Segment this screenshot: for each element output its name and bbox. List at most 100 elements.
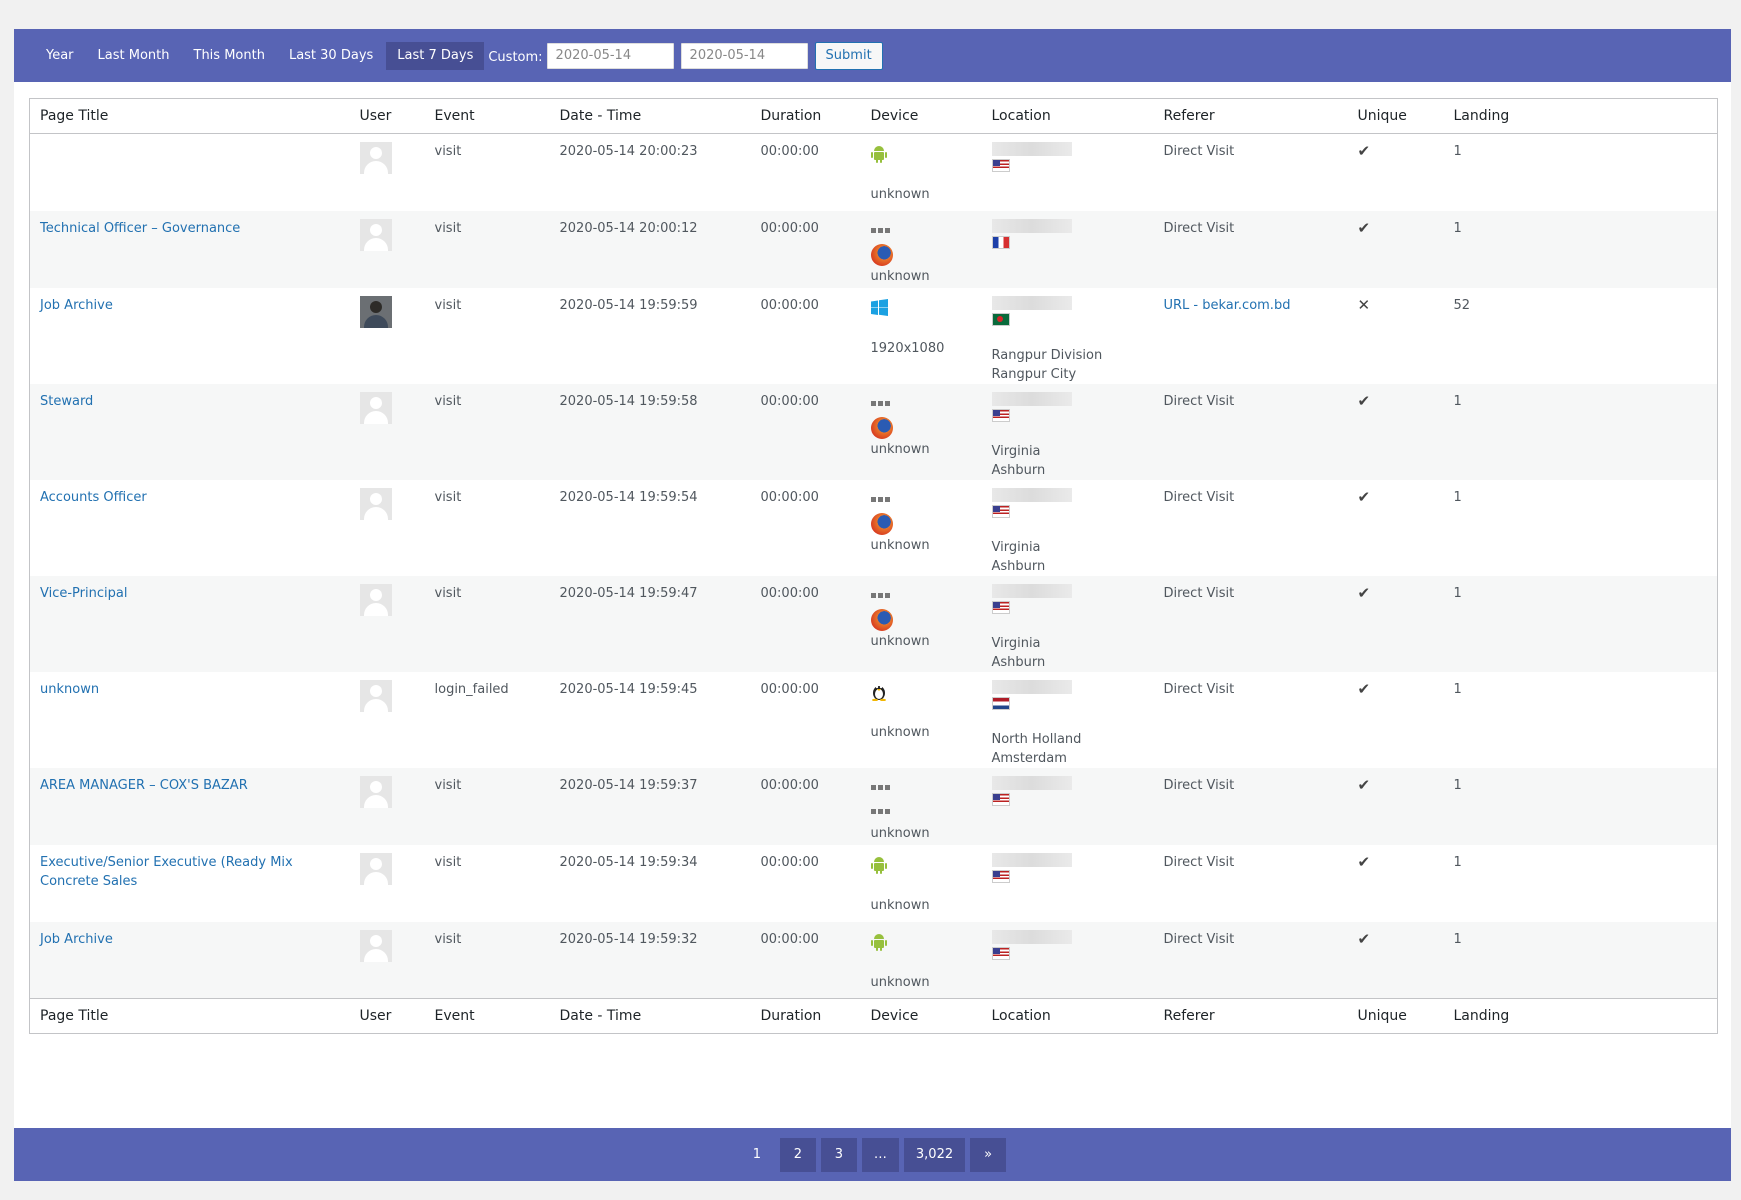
location-line: Ashburn — [991, 654, 1046, 670]
page-title-link[interactable]: Job Archive — [40, 298, 113, 313]
page-title-link[interactable]: Vice-Principal — [40, 586, 127, 601]
unique-cell: ✔ — [1348, 768, 1444, 845]
column-header[interactable]: Location — [981, 98, 1154, 134]
column-header[interactable]: Duration — [750, 98, 861, 134]
page-link[interactable]: … — [861, 1137, 899, 1172]
page-link[interactable]: 2 — [779, 1137, 816, 1172]
unique-cell: ✔ — [1348, 211, 1444, 288]
landing-cell: 1 — [1453, 393, 1462, 409]
column-header[interactable]: Unique — [1347, 98, 1444, 134]
column-header[interactable]: Page Title — [29, 998, 350, 1034]
referer-cell: Direct Visit — [1154, 922, 1348, 999]
page-title-cell: unknown — [30, 672, 350, 768]
datetime-cell: 2020-05-14 19:59:34 — [559, 854, 698, 870]
page-title-link[interactable]: Technical Officer – Governance — [40, 221, 240, 236]
column-header[interactable]: Referer — [1153, 98, 1348, 134]
start-date-input[interactable] — [546, 42, 674, 69]
event-cell: login_failed — [434, 681, 509, 697]
referer-cell: Direct Visit — [1154, 672, 1348, 768]
referer-link[interactable]: URL - bekar.com.bd — [1164, 298, 1291, 313]
unique-cell: ✔ — [1348, 384, 1444, 480]
datetime-cell: 2020-05-14 20:00:12 — [559, 220, 698, 236]
column-header[interactable]: Landing — [1443, 98, 1718, 134]
range-last-month[interactable]: Last Month — [87, 42, 181, 70]
datetime-cell: 2020-05-14 19:59:47 — [559, 585, 698, 601]
avatar[interactable] — [359, 679, 392, 712]
duration-cell: 00:00:00 — [760, 854, 819, 870]
page-title-link[interactable]: Job Archive — [40, 932, 113, 947]
duration-cell: 00:00:00 — [760, 777, 819, 793]
column-header[interactable]: Event — [424, 98, 550, 134]
device-cell: unknown — [861, 576, 982, 672]
unknown-ua-icon — [870, 392, 982, 416]
avatar[interactable] — [359, 218, 392, 251]
column-header[interactable]: User — [349, 998, 425, 1034]
referer-text: Direct Visit — [1163, 681, 1235, 697]
page-title-link[interactable]: Executive/Senior Executive (Ready Mix Co… — [40, 855, 293, 889]
avatar[interactable] — [359, 852, 392, 885]
user-cell — [350, 845, 425, 922]
range-year[interactable]: Year — [35, 42, 85, 70]
submit-button[interactable]: Submit — [814, 41, 883, 70]
column-header[interactable]: Device — [860, 98, 982, 134]
flag-us-icon — [991, 159, 1010, 172]
column-header[interactable]: Date - Time — [549, 98, 751, 134]
location-cell — [982, 922, 1154, 999]
referer-cell: Direct Visit — [1154, 480, 1348, 576]
range-this-month[interactable]: This Month — [183, 42, 276, 70]
check-icon: ✔ — [1357, 929, 1371, 948]
page-title-link[interactable]: Accounts Officer — [40, 490, 147, 505]
event-cell: visit — [434, 144, 462, 159]
avatar[interactable] — [359, 391, 392, 424]
column-header[interactable]: Location — [981, 998, 1154, 1034]
device-text: unknown — [870, 974, 930, 990]
redacted-ip — [991, 487, 1072, 502]
range-last-7-days[interactable]: Last 7 Days — [386, 41, 485, 70]
avatar[interactable] — [359, 295, 392, 328]
datetime-cell: 2020-05-14 19:59:32 — [559, 931, 698, 947]
event-cell: visit — [434, 777, 462, 793]
column-header[interactable]: Device — [860, 998, 982, 1034]
android-icon — [870, 853, 982, 877]
avatar[interactable] — [359, 929, 392, 962]
column-header[interactable]: User — [349, 98, 425, 134]
firefox-icon — [870, 512, 982, 536]
landing-cell: 1 — [1453, 777, 1462, 793]
unknown-ua-icon — [870, 776, 982, 800]
column-header[interactable]: Referer — [1153, 998, 1348, 1034]
flag-us-icon — [991, 408, 1010, 422]
location-cell — [982, 845, 1154, 922]
column-header[interactable]: Unique — [1347, 998, 1444, 1034]
page-link[interactable]: 3,022 — [903, 1137, 966, 1172]
column-header[interactable]: Landing — [1443, 998, 1718, 1034]
page-title-link[interactable]: Steward — [40, 394, 93, 409]
user-cell — [350, 384, 425, 480]
referer-text: Direct Visit — [1163, 854, 1235, 870]
event-cell: visit — [434, 931, 462, 947]
column-header[interactable]: Duration — [750, 998, 861, 1034]
flag-us-icon — [991, 946, 1010, 960]
custom-range-label: Custom: — [488, 49, 543, 65]
table-header: Page Title User Event Date - Time Duration De… — [29, 98, 1718, 134]
location-cell: Rangpur Division Rangpur City — [982, 288, 1154, 384]
column-header[interactable]: Date - Time — [549, 998, 751, 1034]
avatar[interactable] — [359, 487, 392, 520]
column-header[interactable]: Event — [424, 998, 550, 1034]
page-title-link[interactable]: AREA MANAGER – COX'S BAZAR — [40, 778, 248, 793]
avatar[interactable] — [359, 775, 392, 808]
range-last-30-days[interactable]: Last 30 Days — [278, 42, 384, 70]
next-page-button[interactable]: » — [970, 1137, 1007, 1172]
duration-cell: 00:00:00 — [760, 144, 819, 159]
duration-cell: 00:00:00 — [760, 220, 819, 236]
avatar[interactable] — [359, 142, 392, 174]
check-icon: ✔ — [1357, 583, 1371, 602]
page-title-link[interactable]: unknown — [40, 682, 99, 697]
page-link[interactable]: 3 — [820, 1137, 857, 1172]
column-header[interactable]: Page Title — [29, 98, 350, 134]
end-date-input[interactable] — [680, 42, 808, 69]
event-cell: visit — [434, 854, 462, 870]
log-panel: Page Title User Event Date - Time Duration De… — [14, 82, 1731, 1128]
avatar[interactable] — [359, 583, 392, 616]
